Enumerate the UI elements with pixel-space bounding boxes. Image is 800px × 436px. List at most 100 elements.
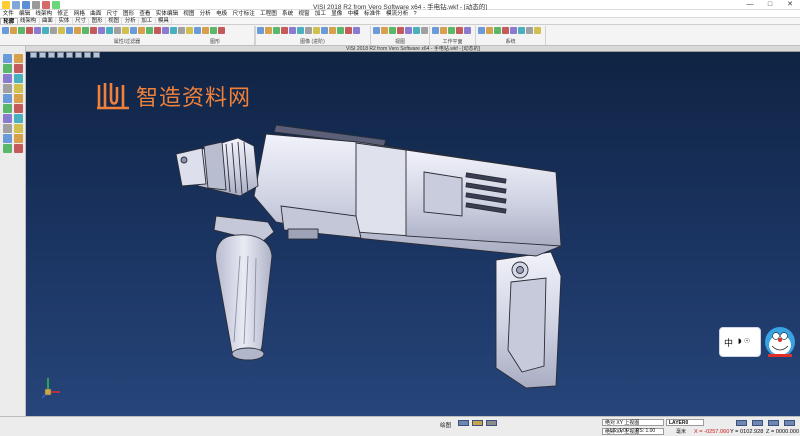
ribbon-tool-icon[interactable] [58, 27, 65, 34]
ribbon-tool-icon[interactable] [106, 27, 113, 34]
ribbon-tool-icon[interactable] [502, 27, 509, 34]
left-tool-icon[interactable] [14, 144, 23, 153]
ribbon-tab[interactable]: 曲面 [40, 18, 57, 24]
ribbon-tool-icon[interactable] [170, 27, 177, 34]
ribbon-tool-icon[interactable] [50, 27, 57, 34]
ribbon-tool-icon[interactable] [114, 27, 121, 34]
ribbon-tool-icon[interactable] [146, 27, 153, 34]
filter-mode-icon[interactable] [486, 420, 497, 426]
ribbon-tool-icon[interactable] [66, 27, 73, 34]
menu-item[interactable]: 编辑 [16, 10, 32, 17]
menu-item[interactable]: ? [411, 10, 419, 17]
ribbon-tab[interactable]: 加工 [139, 18, 156, 24]
ribbon-tool-icon[interactable] [413, 27, 420, 34]
menu-item[interactable]: 工程图 [257, 10, 279, 17]
ribbon-tool-icon[interactable] [162, 27, 169, 34]
left-tool-icon[interactable] [14, 114, 23, 123]
ribbon-tool-icon[interactable] [321, 27, 328, 34]
graphics-viewport[interactable]: VISI 2018 R2 from Vero Software x64 - 手电… [26, 46, 800, 416]
menu-item[interactable]: 修正 [55, 10, 71, 17]
ribbon-tab[interactable]: 尺寸 [73, 18, 90, 24]
ribbon-tool-icon[interactable] [194, 27, 201, 34]
ribbon-tool-icon[interactable] [440, 27, 447, 34]
ribbon-tool-icon[interactable] [518, 27, 525, 34]
ribbon-tool-icon[interactable] [389, 27, 396, 34]
left-tool-icon[interactable] [14, 124, 23, 133]
ribbon-tool-icon[interactable] [34, 27, 41, 34]
ribbon-tool-icon[interactable] [18, 27, 25, 34]
ribbon-tool-icon[interactable] [397, 27, 404, 34]
ribbon-tool-icon[interactable] [405, 27, 412, 34]
menu-item[interactable]: 尺寸标注 [230, 10, 258, 17]
ribbon-tool-icon[interactable] [329, 27, 336, 34]
menu-item[interactable]: 查看 [137, 10, 153, 17]
ribbon-tab[interactable]: 模具 [156, 18, 173, 24]
ribbon-tool-icon[interactable] [353, 27, 360, 34]
ribbon-tool-icon[interactable] [526, 27, 533, 34]
ribbon-tool-icon[interactable] [178, 27, 185, 34]
left-tool-icon[interactable] [3, 54, 12, 63]
ribbon-tool-icon[interactable] [305, 27, 312, 34]
layer-mode-icon[interactable] [472, 420, 483, 426]
left-tool-icon[interactable] [3, 64, 12, 73]
ribbon-tool-icon[interactable] [265, 27, 272, 34]
ribbon-tool-icon[interactable] [273, 27, 280, 34]
left-tool-icon[interactable] [3, 84, 12, 93]
left-tool-icon[interactable] [3, 74, 12, 83]
ime-language-label[interactable]: 中 [724, 336, 733, 349]
ribbon-tool-icon[interactable] [478, 27, 485, 34]
menu-item[interactable]: 文件 [0, 10, 16, 17]
ribbon-tool-icon[interactable] [186, 27, 193, 34]
ribbon-tab[interactable]: 实体 [56, 18, 73, 24]
left-tool-icon[interactable] [14, 64, 23, 73]
layer-field[interactable]: LAYER0 [666, 419, 704, 426]
left-tool-icon[interactable] [3, 124, 12, 133]
ribbon-tool-icon[interactable] [154, 27, 161, 34]
ribbon-tool-icon[interactable] [82, 27, 89, 34]
menu-item[interactable]: 曲面 [88, 10, 104, 17]
ribbon-tool-icon[interactable] [494, 27, 501, 34]
ime-mode-icons[interactable]: ◗ ☉ [738, 337, 750, 345]
snap-mode-icon[interactable] [458, 420, 469, 426]
ribbon-tool-icon[interactable] [534, 27, 541, 34]
ribbon-tool-icon[interactable] [421, 27, 428, 34]
menu-item[interactable]: 电极 [213, 10, 229, 17]
ribbon-tool-icon[interactable] [257, 27, 264, 34]
ribbon-tool-icon[interactable] [337, 27, 344, 34]
ribbon-tool-icon[interactable] [464, 27, 471, 34]
ribbon-tool-icon[interactable] [373, 27, 380, 34]
grid-mode-icon[interactable] [784, 420, 795, 426]
menu-item[interactable]: 加工 [312, 10, 328, 17]
left-tool-icon[interactable] [14, 84, 23, 93]
left-tool-icon[interactable] [14, 104, 23, 113]
ribbon-tool-icon[interactable] [510, 27, 517, 34]
menu-item[interactable]: 线架构 [33, 10, 55, 17]
ribbon-tool-icon[interactable] [486, 27, 493, 34]
left-tool-icon[interactable] [3, 144, 12, 153]
ribbon-tool-icon[interactable] [42, 27, 49, 34]
ribbon-tool-icon[interactable] [313, 27, 320, 34]
ribbon-tool-icon[interactable] [218, 27, 225, 34]
ribbon-tool-icon[interactable] [122, 27, 129, 34]
menu-item[interactable]: 系统 [279, 10, 295, 17]
ribbon-tab[interactable]: 分析 [122, 18, 140, 24]
ribbon-tool-icon[interactable] [345, 27, 352, 34]
minimize-button[interactable]: — [740, 0, 760, 10]
ribbon-tool-icon[interactable] [74, 27, 81, 34]
left-tool-icon[interactable] [3, 114, 12, 123]
left-tool-icon[interactable] [3, 94, 12, 103]
left-tool-icon[interactable] [14, 74, 23, 83]
menu-item[interactable]: 中模 [345, 10, 361, 17]
ribbon-tool-icon[interactable] [10, 27, 17, 34]
ribbon-tab[interactable]: 线架构 [18, 18, 40, 24]
menu-item[interactable]: 尺寸 [104, 10, 120, 17]
ribbon-tool-icon[interactable] [381, 27, 388, 34]
menu-item[interactable]: 标准件 [361, 10, 383, 17]
left-tool-icon[interactable] [3, 104, 12, 113]
workplane-field[interactable]: 绝对 XY 上视图 [602, 419, 664, 426]
ribbon-tab[interactable]: 图形 [89, 18, 106, 24]
ribbon-tool-icon[interactable] [448, 27, 455, 34]
maximize-button[interactable]: □ [760, 0, 780, 10]
menu-item[interactable]: 模流分析 [383, 10, 411, 17]
ribbon-tool-icon[interactable] [90, 27, 97, 34]
